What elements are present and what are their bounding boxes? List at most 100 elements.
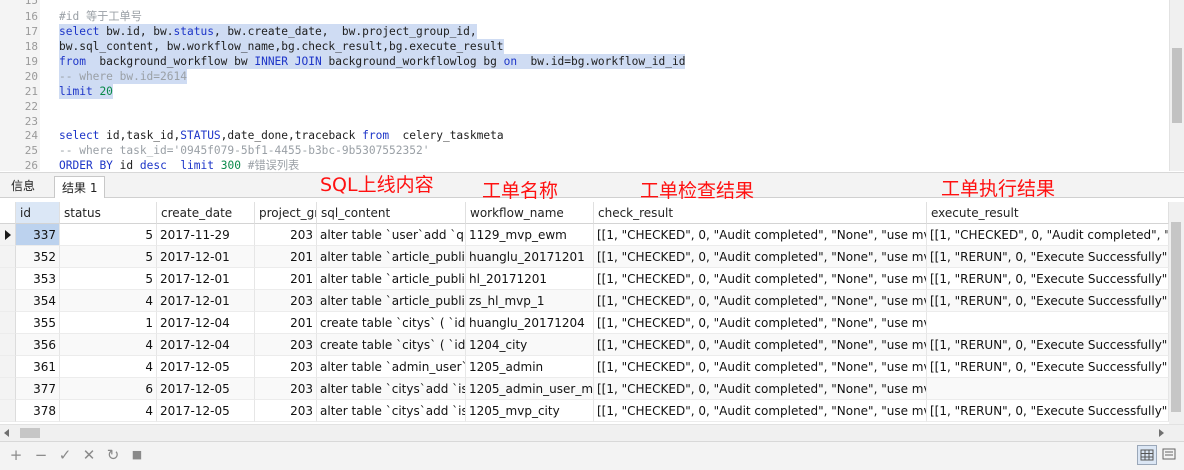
column-header-workflow-name[interactable]: workflow_name bbox=[466, 202, 594, 224]
cell-status[interactable]: 5 bbox=[60, 268, 157, 290]
row-selector[interactable] bbox=[0, 400, 16, 422]
cell-project-group[interactable]: 203 bbox=[255, 290, 317, 312]
row-selector[interactable] bbox=[0, 246, 16, 268]
cell-id[interactable]: 352 bbox=[16, 246, 60, 268]
column-header-sql-content[interactable]: sql_content bbox=[317, 202, 466, 224]
cell-workflow-name[interactable]: 1205_admin bbox=[466, 356, 594, 378]
row-selector[interactable] bbox=[0, 290, 16, 312]
cell-check-result[interactable]: [[1, "CHECKED", 0, "Audit completed", "N… bbox=[594, 334, 927, 356]
cell-id[interactable]: 353 bbox=[16, 268, 60, 290]
cell-id[interactable]: 354 bbox=[16, 290, 60, 312]
cell-check-result[interactable]: [[1, "CHECKED", 0, "Audit completed", "N… bbox=[594, 356, 927, 378]
cell-status[interactable]: 5 bbox=[60, 224, 157, 246]
check-icon[interactable]: ✓ bbox=[56, 446, 74, 464]
result-grid[interactable]: id status create_date project_gr sql_con… bbox=[0, 202, 1169, 424]
cell-status[interactable]: 4 bbox=[60, 334, 157, 356]
row-selector[interactable] bbox=[0, 356, 16, 378]
cell-workflow-name[interactable]: huanglu_20171201 bbox=[466, 246, 594, 268]
cell-execute-result[interactable] bbox=[927, 312, 1169, 334]
cell-id[interactable]: 356 bbox=[16, 334, 60, 356]
column-header-status[interactable]: status bbox=[60, 202, 157, 224]
cell-check-result[interactable]: [[1, "CHECKED", 0, "Audit completed", "N… bbox=[594, 268, 927, 290]
column-header-check-result[interactable]: check_result bbox=[594, 202, 927, 224]
cell-status[interactable]: 4 bbox=[60, 356, 157, 378]
row-selector[interactable] bbox=[0, 378, 16, 400]
editor-scroll-thumb[interactable] bbox=[1172, 48, 1182, 123]
cell-workflow-name[interactable]: zs_hl_mvp_1 bbox=[466, 290, 594, 312]
cross-icon[interactable]: ✕ bbox=[80, 446, 98, 464]
cell-sql-content[interactable]: alter table `article_publish bbox=[317, 290, 466, 312]
grid-horizontal-thumb[interactable] bbox=[20, 428, 40, 438]
cell-workflow-name[interactable]: 1205_mvp_city bbox=[466, 400, 594, 422]
cell-create-date[interactable]: 2017-11-29 bbox=[157, 224, 255, 246]
cell-project-group[interactable]: 201 bbox=[255, 312, 317, 334]
cell-execute-result[interactable]: [[1, "RERUN", 0, "Execute Successfully",… bbox=[927, 356, 1169, 378]
cell-execute-result[interactable]: [[1, "RERUN", 0, "Execute Successfully",… bbox=[927, 268, 1169, 290]
column-header-id[interactable]: id bbox=[16, 202, 60, 224]
cell-execute-result[interactable]: [[1, "CHECKED", 0, "Audit completed", "N bbox=[927, 224, 1169, 246]
editor-vertical-scrollbar[interactable] bbox=[1169, 0, 1184, 171]
cell-id[interactable]: 377 bbox=[16, 378, 60, 400]
table-row[interactable]: 377 6 2017-12-05 203 alter table `citys`add … bbox=[0, 378, 1169, 400]
table-row[interactable]: 354 4 2017-12-01 203 alter table `article_pu… bbox=[0, 290, 1169, 312]
cell-check-result[interactable]: [[1, "CHECKED", 0, "Audit completed", "N… bbox=[594, 312, 927, 334]
cell-workflow-name[interactable]: 1129_mvp_ewm bbox=[466, 224, 594, 246]
cell-id[interactable]: 361 bbox=[16, 356, 60, 378]
cell-id[interactable]: 337 bbox=[16, 224, 60, 246]
cell-check-result[interactable]: [[1, "CHECKED", 0, "Audit completed", "N… bbox=[594, 400, 927, 422]
cell-create-date[interactable]: 2017-12-01 bbox=[157, 268, 255, 290]
stop-icon[interactable]: ■ bbox=[128, 446, 146, 464]
cell-project-group[interactable]: 201 bbox=[255, 268, 317, 290]
scroll-left-icon[interactable] bbox=[4, 429, 9, 437]
tab-info[interactable]: 信息 bbox=[4, 175, 42, 197]
cell-create-date[interactable]: 2017-12-04 bbox=[157, 312, 255, 334]
cell-project-group[interactable]: 203 bbox=[255, 334, 317, 356]
cell-project-group[interactable]: 203 bbox=[255, 400, 317, 422]
cell-id[interactable]: 355 bbox=[16, 312, 60, 334]
cell-workflow-name[interactable]: 1205_admin_user_mvp bbox=[466, 378, 594, 400]
cell-workflow-name[interactable]: hl_20171201 bbox=[466, 268, 594, 290]
table-row[interactable]: 355 1 2017-12-04 201 create table `citys` ( … bbox=[0, 312, 1169, 334]
cell-create-date[interactable]: 2017-12-01 bbox=[157, 246, 255, 268]
column-header-project-group[interactable]: project_gr bbox=[255, 202, 317, 224]
cell-execute-result[interactable] bbox=[927, 378, 1169, 400]
grid-view-icon[interactable] bbox=[1137, 445, 1157, 465]
cell-project-group[interactable]: 201 bbox=[255, 246, 317, 268]
cell-create-date[interactable]: 2017-12-05 bbox=[157, 356, 255, 378]
row-selector[interactable] bbox=[0, 334, 16, 356]
table-row[interactable]: 337 5 2017-11-29 203 alter table `user`add `… bbox=[0, 224, 1169, 246]
row-selector[interactable] bbox=[0, 312, 16, 334]
cell-sql-content[interactable]: alter table `user`add `qrc bbox=[317, 224, 466, 246]
cell-execute-result[interactable]: [[1, "RERUN", 0, "Execute Successfully",… bbox=[927, 246, 1169, 268]
grid-scroll-thumb[interactable] bbox=[1171, 222, 1181, 412]
cell-project-group[interactable]: 203 bbox=[255, 224, 317, 246]
table-row[interactable]: 352 5 2017-12-01 201 alter table `article_pu… bbox=[0, 246, 1169, 268]
cell-execute-result[interactable]: [[1, "RERUN", 0, "Execute Successfully",… bbox=[927, 334, 1169, 356]
row-selector[interactable] bbox=[0, 268, 16, 290]
cell-status[interactable]: 1 bbox=[60, 312, 157, 334]
cell-execute-result[interactable]: [[1, "RERUN", 0, "Execute Successfully",… bbox=[927, 290, 1169, 312]
cell-execute-result[interactable]: [[1, "RERUN", 0, "Execute Successfully",… bbox=[927, 400, 1169, 422]
cell-sql-content[interactable]: alter table `admin_user`ac bbox=[317, 356, 466, 378]
cell-id[interactable]: 378 bbox=[16, 400, 60, 422]
cell-status[interactable]: 4 bbox=[60, 400, 157, 422]
cell-check-result[interactable]: [[1, "CHECKED", 0, "Audit completed", "N… bbox=[594, 290, 927, 312]
column-header-execute-result[interactable]: execute_result bbox=[927, 202, 1169, 224]
tab-result-1[interactable]: 结果 1 bbox=[54, 176, 106, 198]
cell-create-date[interactable]: 2017-12-05 bbox=[157, 400, 255, 422]
cell-project-group[interactable]: 203 bbox=[255, 356, 317, 378]
cell-check-result[interactable]: [[1, "CHECKED", 0, "Audit completed", "N… bbox=[594, 246, 927, 268]
table-row[interactable]: 378 4 2017-12-05 203 alter table `citys`add … bbox=[0, 400, 1169, 422]
cell-workflow-name[interactable]: huanglu_20171204 bbox=[466, 312, 594, 334]
cell-create-date[interactable]: 2017-12-04 bbox=[157, 334, 255, 356]
cell-sql-content[interactable]: alter table `citys`add `is_c bbox=[317, 378, 466, 400]
cell-status[interactable]: 5 bbox=[60, 246, 157, 268]
sql-editor[interactable]: 15 16 #id 等于工单号 17 select bw.id, bw.stat… bbox=[0, 0, 1169, 171]
cell-check-result[interactable]: [[1, "CHECKED", 0, "Audit completed", "N… bbox=[594, 224, 927, 246]
row-selector[interactable] bbox=[0, 224, 16, 246]
grid-vertical-scrollbar[interactable] bbox=[1169, 202, 1184, 424]
cell-sql-content[interactable]: create table `citys` ( `id` bbox=[317, 312, 466, 334]
column-header-create-date[interactable]: create_date bbox=[157, 202, 255, 224]
plus-icon[interactable]: + bbox=[7, 446, 25, 464]
refresh-icon[interactable]: ↻ bbox=[104, 446, 122, 464]
